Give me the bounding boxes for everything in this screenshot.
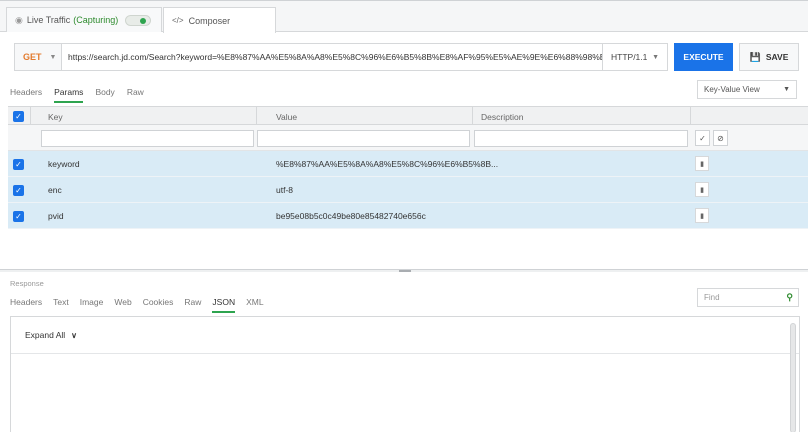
- save-button[interactable]: 💾 SAVE: [739, 43, 799, 71]
- tab-body[interactable]: Body: [95, 87, 114, 101]
- column-key: Key: [48, 111, 63, 122]
- divider: [30, 107, 31, 126]
- capture-toggle[interactable]: [125, 15, 151, 26]
- http-version-label: HTTP/1.1: [611, 52, 648, 62]
- check-icon: ✓: [13, 184, 24, 196]
- table-row[interactable]: ✓ pvid be95e08b5c0c49be80e85482740e656c …: [8, 203, 808, 229]
- row-checkbox[interactable]: ✓: [13, 203, 24, 229]
- row-checkbox[interactable]: ✓: [13, 177, 24, 203]
- param-key[interactable]: enc: [48, 177, 62, 203]
- tab-response-xml[interactable]: XML: [246, 297, 263, 311]
- scrollbar[interactable]: [790, 323, 796, 432]
- response-body: Expand All ∨: [10, 316, 800, 432]
- tab-params[interactable]: Params: [54, 87, 84, 103]
- tab-headers[interactable]: Headers: [10, 87, 42, 101]
- eye-icon: ◉: [15, 14, 23, 25]
- new-description-input[interactable]: [474, 130, 688, 147]
- find-input[interactable]: Find ⚲: [697, 288, 799, 307]
- view-mode-label: Key-Value View: [704, 85, 760, 94]
- trash-icon[interactable]: ▮: [695, 208, 709, 223]
- capturing-label: (Capturing): [73, 15, 119, 25]
- tab-composer[interactable]: </> Composer: [163, 7, 276, 33]
- params-table: ✓ Key Value Description ✓ ⊘ ✓ keyword %E…: [8, 106, 808, 229]
- param-value[interactable]: utf-8: [276, 177, 293, 203]
- search-icon[interactable]: ⚲: [786, 292, 793, 303]
- chevron-down-icon[interactable]: ∨: [71, 331, 77, 340]
- cancel-ban-icon[interactable]: ⊘: [713, 130, 728, 146]
- param-value[interactable]: %E8%87%AA%E5%8A%A8%E5%8C%96%E6%B5%8B...: [276, 151, 498, 177]
- code-icon: </>: [172, 16, 184, 25]
- check-icon: ✓: [13, 111, 24, 122]
- top-border: [0, 0, 808, 1]
- toggle-knob: [140, 18, 146, 24]
- divider: [472, 107, 473, 126]
- param-key[interactable]: pvid: [48, 203, 64, 229]
- http-version-select[interactable]: HTTP/1.1 ▼: [603, 43, 668, 71]
- trash-icon[interactable]: ▮: [695, 156, 709, 171]
- check-icon: ✓: [13, 158, 24, 170]
- select-all-checkbox[interactable]: ✓: [13, 107, 24, 126]
- new-value-input[interactable]: [257, 130, 470, 147]
- request-bar: GET ▼ https://search.jd.com/Search?keywo…: [14, 43, 799, 71]
- response-label: Response: [10, 279, 44, 288]
- tab-response-image[interactable]: Image: [80, 297, 104, 311]
- params-header: ✓ Key Value Description: [8, 106, 808, 126]
- find-placeholder: Find: [704, 293, 720, 302]
- chevron-down-icon: ▼: [652, 53, 659, 61]
- method-select[interactable]: GET ▼: [14, 43, 61, 71]
- tab-response-web[interactable]: Web: [114, 297, 131, 311]
- response-tabs: Headers Text Image Web Cookies Raw JSON …: [10, 297, 275, 313]
- json-toolbar: Expand All ∨: [11, 317, 799, 354]
- save-icon: 💾: [749, 51, 761, 62]
- method-label: GET: [23, 52, 42, 62]
- live-traffic-label: Live Traffic: [26, 15, 71, 25]
- save-label: SAVE: [765, 52, 789, 62]
- tab-response-json[interactable]: JSON: [212, 297, 235, 313]
- tab-response-headers[interactable]: Headers: [10, 297, 42, 311]
- divider: [690, 107, 691, 126]
- tab-response-text[interactable]: Text: [53, 297, 69, 311]
- expand-all-button[interactable]: Expand All: [25, 330, 65, 340]
- table-row[interactable]: ✓ keyword %E8%87%AA%E5%8A%A8%E5%8C%96%E6…: [8, 151, 808, 177]
- tab-response-raw[interactable]: Raw: [184, 297, 201, 311]
- table-row[interactable]: ✓ enc utf-8 ▮: [8, 177, 808, 203]
- tab-raw[interactable]: Raw: [127, 87, 144, 101]
- param-value[interactable]: be95e08b5c0c49be80e85482740e656c: [276, 203, 426, 229]
- tab-strip: ◉ Live Traffic (Capturing) </> Composer: [0, 0, 808, 33]
- confirm-check-icon[interactable]: ✓: [695, 130, 710, 146]
- new-param-row: ✓ ⊘: [8, 125, 808, 151]
- tab-live-traffic[interactable]: ◉ Live Traffic (Capturing): [6, 7, 162, 32]
- check-icon: ✓: [13, 210, 24, 222]
- param-key[interactable]: keyword: [48, 151, 80, 177]
- drag-handle-icon[interactable]: [399, 270, 411, 272]
- execute-button[interactable]: EXECUTE: [674, 43, 733, 71]
- chevron-down-icon: ▼: [49, 53, 57, 61]
- view-mode-select[interactable]: Key-Value View ▼: [697, 80, 797, 99]
- pane-splitter[interactable]: [0, 269, 808, 272]
- url-input[interactable]: https://search.jd.com/Search?keyword=%E8…: [61, 43, 603, 71]
- new-key-input[interactable]: [41, 130, 254, 147]
- row-checkbox[interactable]: ✓: [13, 151, 24, 177]
- chevron-down-icon: ▼: [783, 86, 790, 93]
- column-description: Description: [481, 111, 524, 122]
- trash-icon[interactable]: ▮: [695, 182, 709, 197]
- composer-label: Composer: [188, 15, 231, 26]
- column-value: Value: [276, 111, 298, 122]
- divider: [256, 107, 257, 126]
- tab-response-cookies[interactable]: Cookies: [143, 297, 174, 311]
- request-tabs: Headers Params Body Raw: [10, 87, 156, 103]
